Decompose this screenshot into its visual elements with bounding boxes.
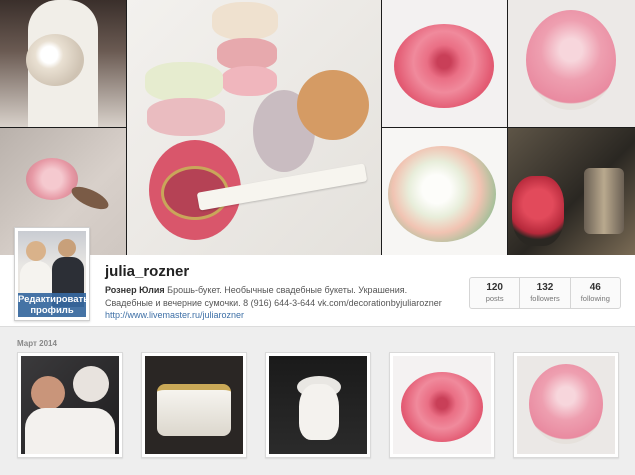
bio: Рознер Юлия Брошь-букет. Необычные сваде… — [105, 284, 445, 310]
post-thumbnail[interactable] — [389, 352, 495, 458]
cover-photo-rose-bouquet — [508, 0, 635, 127]
post-image-rose-bag — [393, 356, 491, 454]
bio-line-1: Брошь-букет. Необычные свадебные букеты.… — [167, 285, 408, 295]
cover-photo-tulips — [508, 128, 635, 255]
cover-photo-rose-bag — [382, 0, 507, 127]
stat-followers-label: followers — [530, 294, 560, 303]
post-thumbnail[interactable] — [141, 352, 247, 458]
cover-photo-bride — [0, 0, 126, 127]
section-date-label: Март 2014 — [17, 339, 57, 348]
post-image-dog — [269, 356, 367, 454]
stat-following[interactable]: 46 following — [571, 278, 620, 308]
stat-posts-count: 120 — [486, 282, 503, 293]
post-image-couple — [21, 356, 119, 454]
post-thumbnail[interactable] — [513, 352, 619, 458]
cover-mosaic — [0, 0, 635, 255]
stat-posts[interactable]: 120 posts — [470, 278, 521, 308]
bio-line-2: Свадебные и вечерние сумочки. 8 (916) 64… — [105, 298, 442, 308]
profile-header: Редактировать профиль julia_rozner Розне… — [0, 227, 635, 327]
stat-following-label: following — [580, 294, 610, 303]
website-link[interactable]: http://www.livemaster.ru/juliarozner — [105, 310, 244, 320]
stat-posts-label: posts — [485, 294, 504, 303]
post-thumbnail[interactable] — [17, 352, 123, 458]
cover-photo-white-bouquet — [382, 128, 507, 255]
stat-followers-count: 132 — [536, 282, 554, 293]
edit-profile-button[interactable]: Редактировать профиль — [18, 293, 89, 317]
post-thumbnail[interactable] — [265, 352, 371, 458]
post-image-clutch — [145, 356, 243, 454]
stat-followers[interactable]: 132 followers — [520, 278, 571, 308]
avatar[interactable]: Редактировать профиль — [14, 227, 90, 321]
stat-following-count: 46 — [589, 282, 601, 293]
profile-stats: 120 posts 132 followers 46 following — [469, 277, 621, 309]
cover-photo-macarons — [127, 0, 381, 255]
full-name: Рознер Юлия — [105, 285, 165, 295]
post-image-rose-bouquet — [517, 356, 615, 454]
username: julia_rozner — [105, 263, 190, 280]
